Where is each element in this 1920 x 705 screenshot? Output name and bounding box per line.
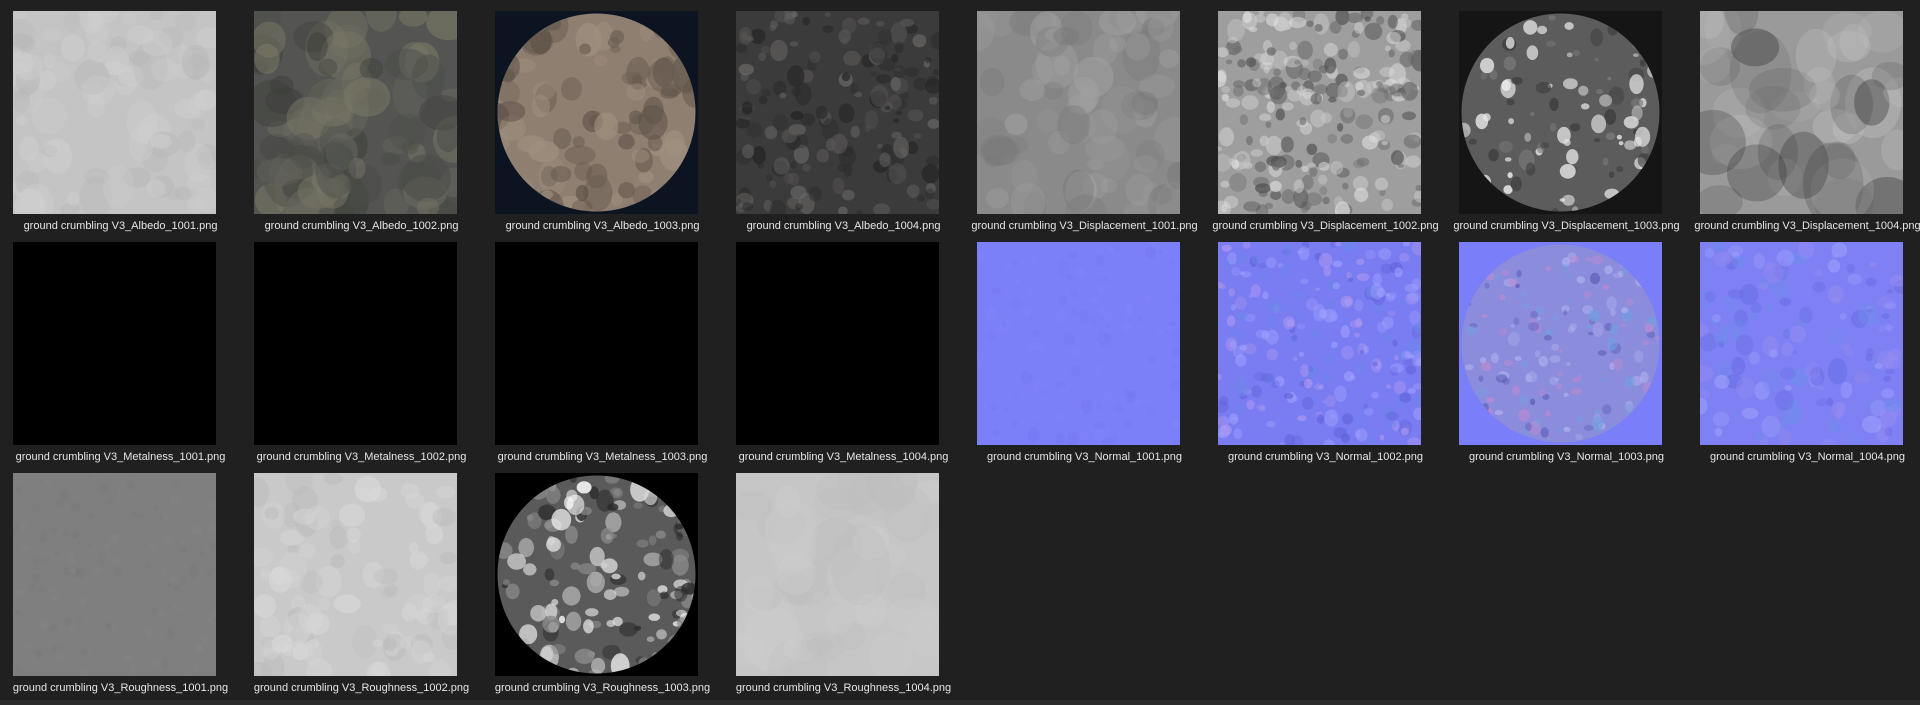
file-name-label: ground crumbling V3_Roughness_1003.png <box>494 682 711 694</box>
file-tile[interactable]: ground crumbling V3_Albedo_1002.png <box>241 11 482 242</box>
file-name-label: ground crumbling V3_Metalness_1004.png <box>738 451 949 463</box>
file-tile[interactable]: ground crumbling V3_Normal_1002.png <box>1205 242 1446 473</box>
image-thumbnail[interactable] <box>1459 11 1662 214</box>
image-thumbnail[interactable] <box>495 242 698 445</box>
image-thumbnail[interactable] <box>1459 242 1662 445</box>
file-tile[interactable]: ground crumbling V3_Normal_1001.png <box>964 242 1205 473</box>
file-tile[interactable]: ground crumbling V3_Displacement_1002.pn… <box>1205 11 1446 242</box>
image-thumbnail[interactable] <box>977 242 1180 445</box>
file-tile[interactable]: ground crumbling V3_Roughness_1003.png <box>482 473 723 704</box>
file-name-label: ground crumbling V3_Normal_1004.png <box>1709 451 1906 463</box>
file-tile[interactable]: ground crumbling V3_Metalness_1001.png <box>0 242 241 473</box>
image-thumbnail[interactable] <box>254 11 457 214</box>
file-tile[interactable]: ground crumbling V3_Roughness_1004.png <box>723 473 964 704</box>
image-thumbnail[interactable] <box>736 473 939 676</box>
file-tile[interactable]: ground crumbling V3_Roughness_1001.png <box>0 473 241 704</box>
file-name-label: ground crumbling V3_Normal_1001.png <box>986 451 1183 463</box>
file-tile[interactable]: ground crumbling V3_Displacement_1004.pn… <box>1687 11 1920 242</box>
file-name-label: ground crumbling V3_Metalness_1002.png <box>256 451 467 463</box>
file-name-label: ground crumbling V3_Metalness_1001.png <box>15 451 226 463</box>
file-name-label: ground crumbling V3_Albedo_1002.png <box>264 220 459 232</box>
file-name-label: ground crumbling V3_Normal_1003.png <box>1468 451 1665 463</box>
file-tile[interactable]: ground crumbling V3_Metalness_1003.png <box>482 242 723 473</box>
file-name-label: ground crumbling V3_Metalness_1003.png <box>497 451 708 463</box>
file-name-label: ground crumbling V3_Displacement_1004.pn… <box>1694 220 1920 232</box>
image-thumbnail[interactable] <box>1700 242 1903 445</box>
file-name-label: ground crumbling V3_Albedo_1004.png <box>746 220 941 232</box>
image-thumbnail[interactable] <box>13 242 216 445</box>
file-name-label: ground crumbling V3_Roughness_1004.png <box>735 682 952 694</box>
horizontal-scrollbar[interactable] <box>0 700 1920 705</box>
image-thumbnail[interactable] <box>977 11 1180 214</box>
file-name-label: ground crumbling V3_Displacement_1001.pn… <box>971 220 1198 232</box>
file-tile[interactable]: ground crumbling V3_Displacement_1001.pn… <box>964 11 1205 242</box>
file-name-label: ground crumbling V3_Albedo_1001.png <box>23 220 218 232</box>
file-tile[interactable]: ground crumbling V3_Metalness_1004.png <box>723 242 964 473</box>
image-thumbnail[interactable] <box>13 473 216 676</box>
file-name-label: ground crumbling V3_Roughness_1002.png <box>253 682 470 694</box>
file-tile[interactable]: ground crumbling V3_Displacement_1003.pn… <box>1446 11 1687 242</box>
image-thumbnail[interactable] <box>13 11 216 214</box>
image-thumbnail[interactable] <box>1700 11 1903 214</box>
file-tile[interactable]: ground crumbling V3_Metalness_1002.png <box>241 242 482 473</box>
file-name-label: ground crumbling V3_Albedo_1003.png <box>505 220 700 232</box>
file-tile[interactable]: ground crumbling V3_Albedo_1004.png <box>723 11 964 242</box>
image-thumbnail[interactable] <box>254 473 457 676</box>
file-name-label: ground crumbling V3_Displacement_1003.pn… <box>1453 220 1680 232</box>
file-tile[interactable]: ground crumbling V3_Normal_1003.png <box>1446 242 1687 473</box>
image-thumbnail[interactable] <box>1218 242 1421 445</box>
file-tile[interactable]: ground crumbling V3_Albedo_1001.png <box>0 11 241 242</box>
image-thumbnail[interactable] <box>254 242 457 445</box>
file-thumbnail-grid: ground crumbling V3_Albedo_1001.pnggroun… <box>0 0 1920 705</box>
image-thumbnail[interactable] <box>1218 11 1421 214</box>
file-name-label: ground crumbling V3_Normal_1002.png <box>1227 451 1424 463</box>
image-thumbnail[interactable] <box>736 11 939 214</box>
image-thumbnail[interactable] <box>495 473 698 676</box>
file-tile[interactable]: ground crumbling V3_Roughness_1002.png <box>241 473 482 704</box>
file-tile[interactable]: ground crumbling V3_Normal_1004.png <box>1687 242 1920 473</box>
file-tile[interactable]: ground crumbling V3_Albedo_1003.png <box>482 11 723 242</box>
file-name-label: ground crumbling V3_Roughness_1001.png <box>12 682 229 694</box>
file-name-label: ground crumbling V3_Displacement_1002.pn… <box>1212 220 1439 232</box>
image-thumbnail[interactable] <box>736 242 939 445</box>
image-thumbnail[interactable] <box>495 11 698 214</box>
